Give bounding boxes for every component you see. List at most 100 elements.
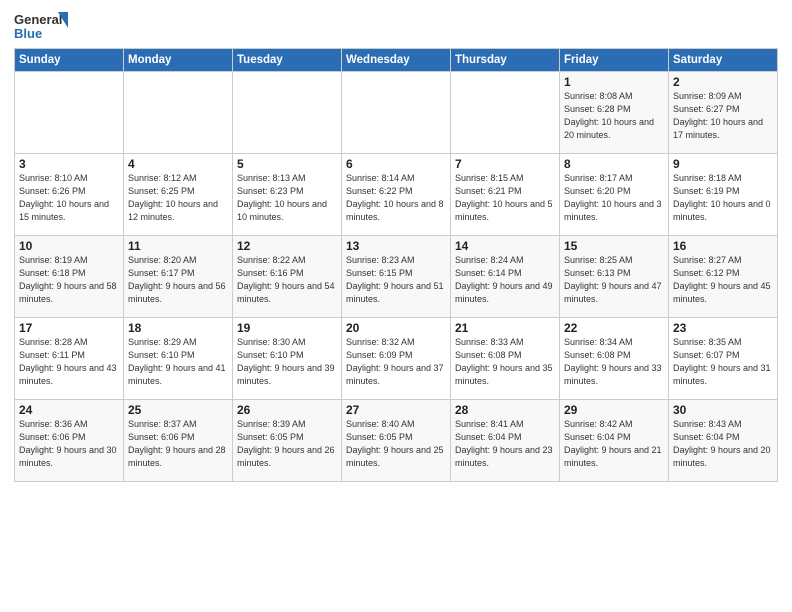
day-cell — [124, 72, 233, 154]
day-number: 24 — [19, 403, 119, 417]
day-number: 12 — [237, 239, 337, 253]
weekday-header-row: SundayMondayTuesdayWednesdayThursdayFrid… — [15, 49, 778, 72]
day-cell: 26Sunrise: 8:39 AM Sunset: 6:05 PM Dayli… — [233, 400, 342, 482]
logo: GeneralBlue — [14, 10, 74, 44]
day-info: Sunrise: 8:41 AM Sunset: 6:04 PM Dayligh… — [455, 418, 555, 470]
day-cell: 2Sunrise: 8:09 AM Sunset: 6:27 PM Daylig… — [669, 72, 778, 154]
day-cell: 17Sunrise: 8:28 AM Sunset: 6:11 PM Dayli… — [15, 318, 124, 400]
day-info: Sunrise: 8:27 AM Sunset: 6:12 PM Dayligh… — [673, 254, 773, 306]
day-cell: 5Sunrise: 8:13 AM Sunset: 6:23 PM Daylig… — [233, 154, 342, 236]
week-row-2: 3Sunrise: 8:10 AM Sunset: 6:26 PM Daylig… — [15, 154, 778, 236]
day-number: 8 — [564, 157, 664, 171]
day-number: 17 — [19, 321, 119, 335]
day-number: 27 — [346, 403, 446, 417]
day-cell: 20Sunrise: 8:32 AM Sunset: 6:09 PM Dayli… — [342, 318, 451, 400]
page-container: GeneralBlue SundayMondayTuesdayWednesday… — [0, 0, 792, 488]
day-number: 5 — [237, 157, 337, 171]
day-info: Sunrise: 8:30 AM Sunset: 6:10 PM Dayligh… — [237, 336, 337, 388]
day-info: Sunrise: 8:13 AM Sunset: 6:23 PM Dayligh… — [237, 172, 337, 224]
day-number: 21 — [455, 321, 555, 335]
day-number: 19 — [237, 321, 337, 335]
day-number: 28 — [455, 403, 555, 417]
day-cell: 9Sunrise: 8:18 AM Sunset: 6:19 PM Daylig… — [669, 154, 778, 236]
day-cell: 12Sunrise: 8:22 AM Sunset: 6:16 PM Dayli… — [233, 236, 342, 318]
weekday-header-sunday: Sunday — [15, 49, 124, 72]
day-number: 14 — [455, 239, 555, 253]
weekday-header-wednesday: Wednesday — [342, 49, 451, 72]
week-row-1: 1Sunrise: 8:08 AM Sunset: 6:28 PM Daylig… — [15, 72, 778, 154]
day-info: Sunrise: 8:36 AM Sunset: 6:06 PM Dayligh… — [19, 418, 119, 470]
day-info: Sunrise: 8:42 AM Sunset: 6:04 PM Dayligh… — [564, 418, 664, 470]
day-cell: 23Sunrise: 8:35 AM Sunset: 6:07 PM Dayli… — [669, 318, 778, 400]
day-number: 6 — [346, 157, 446, 171]
svg-text:General: General — [14, 12, 62, 27]
day-info: Sunrise: 8:19 AM Sunset: 6:18 PM Dayligh… — [19, 254, 119, 306]
day-number: 15 — [564, 239, 664, 253]
day-cell: 14Sunrise: 8:24 AM Sunset: 6:14 PM Dayli… — [451, 236, 560, 318]
day-number: 13 — [346, 239, 446, 253]
weekday-header-monday: Monday — [124, 49, 233, 72]
day-cell — [233, 72, 342, 154]
day-cell: 18Sunrise: 8:29 AM Sunset: 6:10 PM Dayli… — [124, 318, 233, 400]
day-info: Sunrise: 8:35 AM Sunset: 6:07 PM Dayligh… — [673, 336, 773, 388]
week-row-4: 17Sunrise: 8:28 AM Sunset: 6:11 PM Dayli… — [15, 318, 778, 400]
day-cell: 7Sunrise: 8:15 AM Sunset: 6:21 PM Daylig… — [451, 154, 560, 236]
day-info: Sunrise: 8:34 AM Sunset: 6:08 PM Dayligh… — [564, 336, 664, 388]
day-number: 22 — [564, 321, 664, 335]
day-cell — [15, 72, 124, 154]
week-row-3: 10Sunrise: 8:19 AM Sunset: 6:18 PM Dayli… — [15, 236, 778, 318]
day-info: Sunrise: 8:37 AM Sunset: 6:06 PM Dayligh… — [128, 418, 228, 470]
day-cell: 27Sunrise: 8:40 AM Sunset: 6:05 PM Dayli… — [342, 400, 451, 482]
day-cell: 28Sunrise: 8:41 AM Sunset: 6:04 PM Dayli… — [451, 400, 560, 482]
day-cell: 24Sunrise: 8:36 AM Sunset: 6:06 PM Dayli… — [15, 400, 124, 482]
day-cell: 16Sunrise: 8:27 AM Sunset: 6:12 PM Dayli… — [669, 236, 778, 318]
day-cell: 30Sunrise: 8:43 AM Sunset: 6:04 PM Dayli… — [669, 400, 778, 482]
weekday-header-friday: Friday — [560, 49, 669, 72]
day-number: 10 — [19, 239, 119, 253]
day-cell: 21Sunrise: 8:33 AM Sunset: 6:08 PM Dayli… — [451, 318, 560, 400]
day-info: Sunrise: 8:10 AM Sunset: 6:26 PM Dayligh… — [19, 172, 119, 224]
day-number: 20 — [346, 321, 446, 335]
day-info: Sunrise: 8:17 AM Sunset: 6:20 PM Dayligh… — [564, 172, 664, 224]
day-cell — [451, 72, 560, 154]
day-number: 26 — [237, 403, 337, 417]
day-cell: 3Sunrise: 8:10 AM Sunset: 6:26 PM Daylig… — [15, 154, 124, 236]
day-cell: 1Sunrise: 8:08 AM Sunset: 6:28 PM Daylig… — [560, 72, 669, 154]
day-info: Sunrise: 8:29 AM Sunset: 6:10 PM Dayligh… — [128, 336, 228, 388]
header: GeneralBlue — [14, 10, 778, 44]
day-info: Sunrise: 8:20 AM Sunset: 6:17 PM Dayligh… — [128, 254, 228, 306]
day-cell: 4Sunrise: 8:12 AM Sunset: 6:25 PM Daylig… — [124, 154, 233, 236]
day-number: 23 — [673, 321, 773, 335]
day-info: Sunrise: 8:24 AM Sunset: 6:14 PM Dayligh… — [455, 254, 555, 306]
day-number: 2 — [673, 75, 773, 89]
day-cell: 6Sunrise: 8:14 AM Sunset: 6:22 PM Daylig… — [342, 154, 451, 236]
day-info: Sunrise: 8:25 AM Sunset: 6:13 PM Dayligh… — [564, 254, 664, 306]
day-cell: 29Sunrise: 8:42 AM Sunset: 6:04 PM Dayli… — [560, 400, 669, 482]
day-number: 7 — [455, 157, 555, 171]
day-info: Sunrise: 8:15 AM Sunset: 6:21 PM Dayligh… — [455, 172, 555, 224]
day-info: Sunrise: 8:23 AM Sunset: 6:15 PM Dayligh… — [346, 254, 446, 306]
day-info: Sunrise: 8:09 AM Sunset: 6:27 PM Dayligh… — [673, 90, 773, 142]
day-info: Sunrise: 8:14 AM Sunset: 6:22 PM Dayligh… — [346, 172, 446, 224]
day-number: 11 — [128, 239, 228, 253]
day-cell: 8Sunrise: 8:17 AM Sunset: 6:20 PM Daylig… — [560, 154, 669, 236]
day-number: 1 — [564, 75, 664, 89]
day-cell: 10Sunrise: 8:19 AM Sunset: 6:18 PM Dayli… — [15, 236, 124, 318]
logo-svg: GeneralBlue — [14, 10, 74, 44]
day-info: Sunrise: 8:18 AM Sunset: 6:19 PM Dayligh… — [673, 172, 773, 224]
weekday-header-saturday: Saturday — [669, 49, 778, 72]
weekday-header-tuesday: Tuesday — [233, 49, 342, 72]
weekday-header-thursday: Thursday — [451, 49, 560, 72]
day-info: Sunrise: 8:08 AM Sunset: 6:28 PM Dayligh… — [564, 90, 664, 142]
calendar-table: SundayMondayTuesdayWednesdayThursdayFrid… — [14, 48, 778, 482]
day-number: 29 — [564, 403, 664, 417]
day-info: Sunrise: 8:28 AM Sunset: 6:11 PM Dayligh… — [19, 336, 119, 388]
day-info: Sunrise: 8:39 AM Sunset: 6:05 PM Dayligh… — [237, 418, 337, 470]
day-number: 4 — [128, 157, 228, 171]
day-info: Sunrise: 8:33 AM Sunset: 6:08 PM Dayligh… — [455, 336, 555, 388]
day-number: 30 — [673, 403, 773, 417]
day-cell: 13Sunrise: 8:23 AM Sunset: 6:15 PM Dayli… — [342, 236, 451, 318]
day-info: Sunrise: 8:43 AM Sunset: 6:04 PM Dayligh… — [673, 418, 773, 470]
day-info: Sunrise: 8:22 AM Sunset: 6:16 PM Dayligh… — [237, 254, 337, 306]
week-row-5: 24Sunrise: 8:36 AM Sunset: 6:06 PM Dayli… — [15, 400, 778, 482]
